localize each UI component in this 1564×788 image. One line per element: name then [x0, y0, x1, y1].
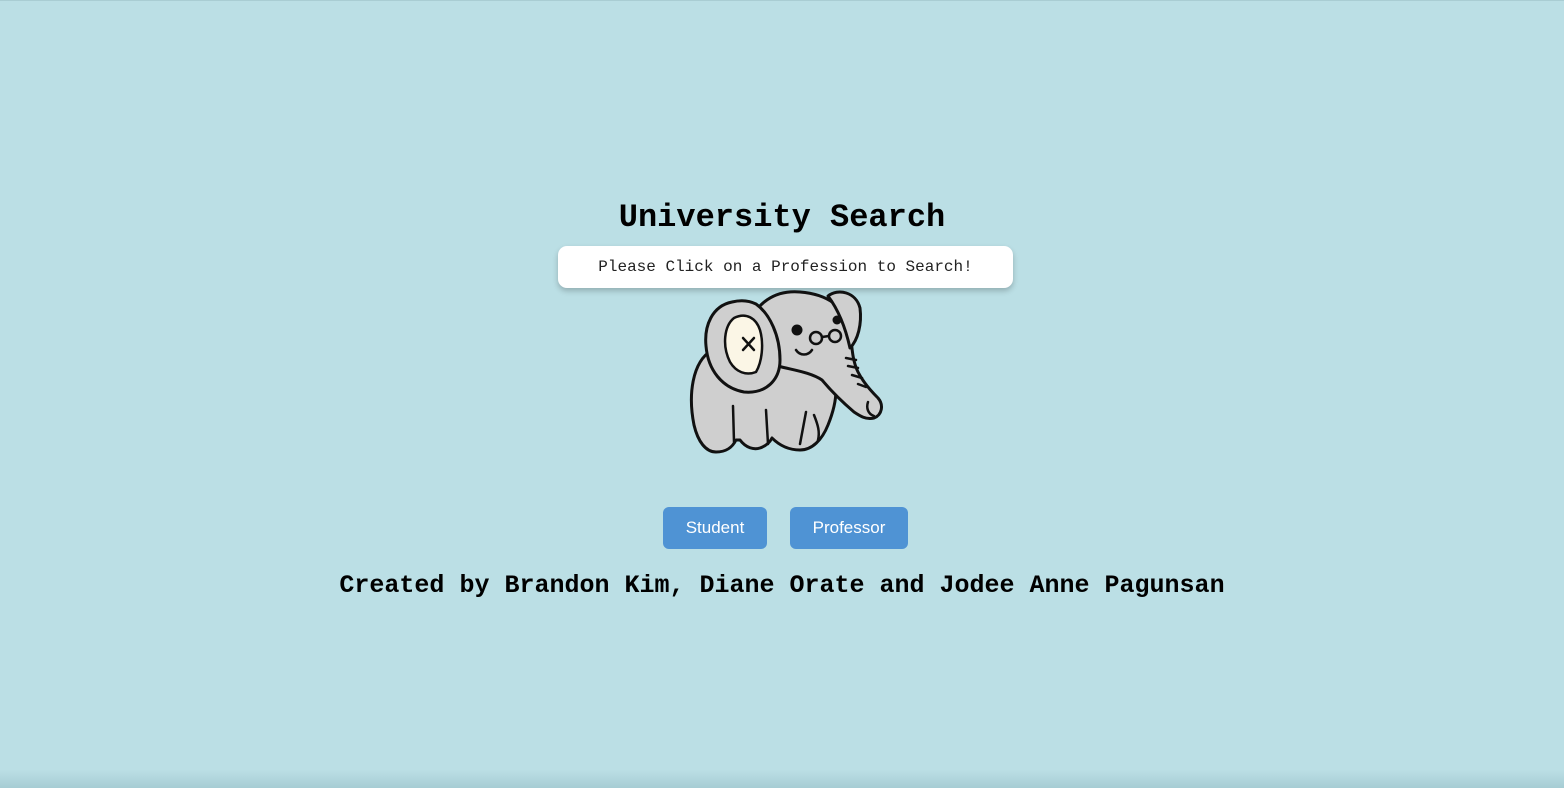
student-button[interactable]: Student [663, 507, 767, 549]
search-prompt-box: Please Click on a Profession to Search! [558, 246, 1013, 288]
top-edge [0, 0, 1564, 1]
professor-button[interactable]: Professor [790, 507, 908, 549]
search-prompt-text: Please Click on a Profession to Search! [598, 258, 973, 276]
credits-text: Created by Brandon Kim, Diane Orate and … [339, 571, 1225, 600]
elephant-icon [684, 286, 888, 458]
bottom-shadow [0, 770, 1564, 788]
page-title: University Search [618, 199, 946, 236]
